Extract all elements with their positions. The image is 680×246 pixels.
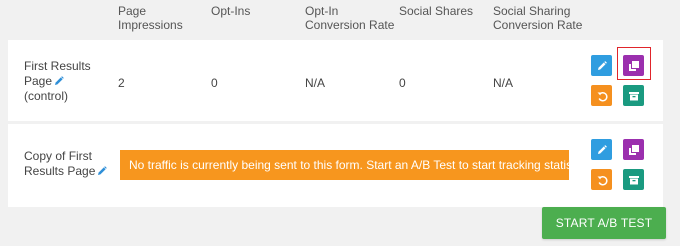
- page-name-line: Copy of First: [24, 149, 93, 163]
- stats-table-header: Page Impressions Opt-Ins Opt-In Conversi…: [0, 0, 680, 40]
- page-name-line: (control): [24, 89, 69, 103]
- duplicate-icon: [628, 144, 639, 155]
- column-header-line: Opt-Ins: [211, 4, 251, 18]
- cell-social-shares: 0: [399, 76, 406, 90]
- column-header-line: Impressions: [118, 18, 183, 32]
- table-row-control: First Results Page (control) 2 0 N/A 0 N…: [8, 40, 663, 121]
- no-traffic-notice: No traffic is currently being sent to th…: [120, 150, 569, 180]
- undo-icon: [597, 175, 608, 185]
- revert-button[interactable]: [591, 169, 612, 190]
- undo-icon: [597, 91, 608, 101]
- column-header-opt-in-conversion-rate: Opt-In Conversion Rate: [305, 4, 394, 32]
- column-header-social-sharing-conversion-rate: Social Sharing Conversion Rate: [493, 4, 582, 32]
- column-header-page-impressions: Page Impressions: [118, 4, 183, 32]
- edit-button[interactable]: [591, 139, 612, 160]
- column-header-line: Page: [118, 4, 147, 18]
- page-name-text: Page: [24, 74, 53, 88]
- column-header-social-shares: Social Shares: [399, 4, 473, 18]
- edit-name-pencil-icon[interactable]: [97, 165, 108, 175]
- page-name-line: Page: [24, 74, 91, 89]
- archive-button[interactable]: [623, 85, 644, 106]
- archive-icon: [628, 91, 639, 100]
- page-name-text: Results Page: [24, 164, 96, 178]
- duplicate-button-highlight: [617, 47, 651, 80]
- page-name: First Results Page (control): [24, 59, 91, 104]
- edit-name-pencil-icon[interactable]: [54, 75, 64, 85]
- start-ab-test-button[interactable]: START A/B TEST: [542, 207, 666, 239]
- table-row-variant: Copy of First Results Page No traffic is…: [8, 124, 663, 207]
- page-name: Copy of First Results Page: [24, 149, 108, 179]
- column-header-line: Opt-In: [305, 4, 339, 18]
- column-header-opt-ins: Opt-Ins: [211, 4, 250, 18]
- cell-opt-ins: 0: [211, 76, 218, 90]
- column-header-line: Conversion Rate: [493, 18, 583, 32]
- duplicate-button[interactable]: [623, 139, 644, 160]
- page-name-line: Results Page: [24, 164, 108, 179]
- page-name-line: First Results: [24, 59, 91, 73]
- column-header-line: Social Sharing: [493, 4, 571, 18]
- cell-opt-in-conversion-rate: N/A: [305, 76, 326, 90]
- column-header-line: Conversion Rate: [305, 18, 395, 32]
- revert-button[interactable]: [591, 85, 612, 106]
- pencil-icon: [597, 60, 607, 70]
- edit-button[interactable]: [591, 55, 612, 76]
- cell-social-sharing-conversion-rate: N/A: [493, 76, 514, 90]
- column-header-line: Social Shares: [399, 4, 474, 18]
- cell-page-impressions: 2: [118, 76, 125, 90]
- archive-icon: [628, 175, 639, 184]
- archive-button[interactable]: [623, 169, 644, 190]
- pencil-icon: [597, 144, 607, 154]
